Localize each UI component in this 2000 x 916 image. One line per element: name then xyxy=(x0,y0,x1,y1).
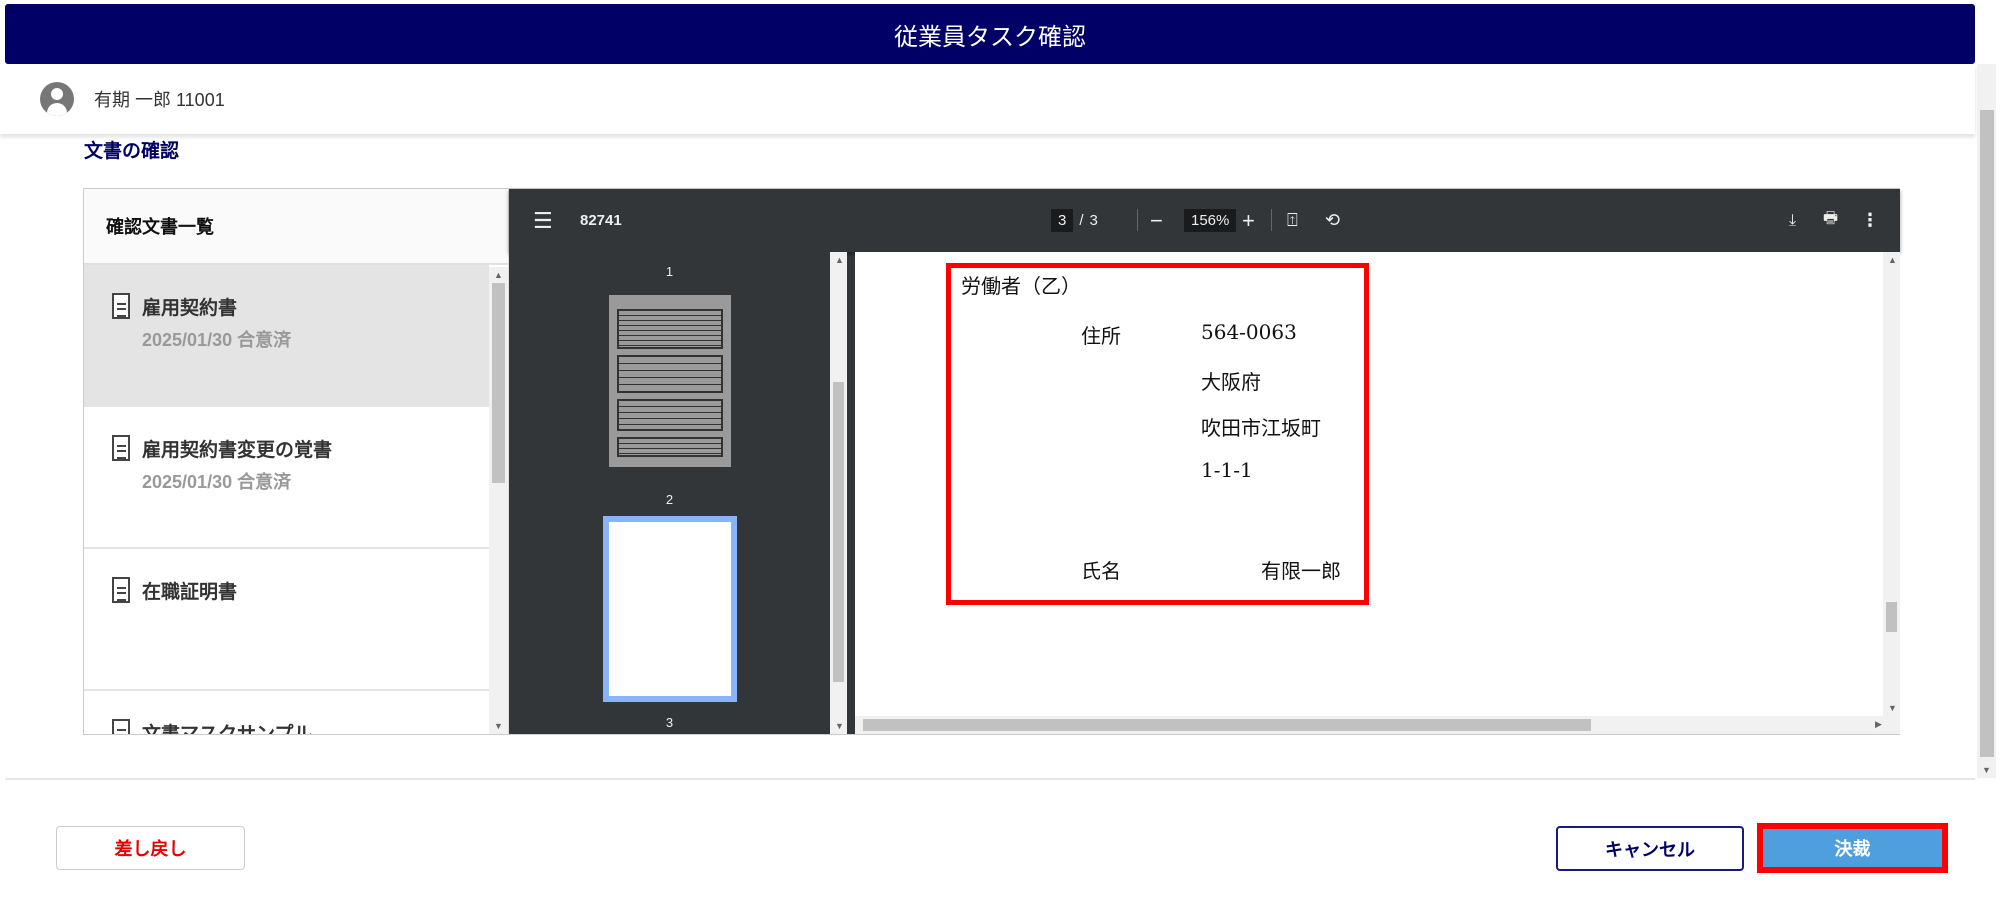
document-title: 雇用契約書 xyxy=(142,298,238,319)
user-bar: 有期 一郎 11001 xyxy=(0,64,1975,134)
total-pages: 3 xyxy=(1089,212,1098,229)
app-header: 従業員タスク確認 xyxy=(5,4,1975,64)
more-options-icon[interactable]: ⋮ xyxy=(1861,189,1879,252)
document-list-item[interactable]: 在職証明書 xyxy=(84,549,489,691)
document-icon xyxy=(112,577,130,603)
download-icon[interactable]: ⤓ xyxy=(1789,189,1796,252)
rotate-icon[interactable]: ⟲ xyxy=(1325,189,1340,252)
highlight-box xyxy=(946,263,1369,605)
document-icon xyxy=(112,719,130,734)
page-thumbnail-2[interactable] xyxy=(609,295,731,467)
pdf-toolbar: ☰ 82741 3 / 3 − 156% + ⍐ ⟲ ⤓ 🖶 ⋮ xyxy=(509,189,1900,252)
user-name: 有期 一郎 11001 xyxy=(94,90,225,110)
menu-icon[interactable]: ☰ xyxy=(533,189,553,252)
document-status: 2025/01/30 合意済 xyxy=(142,472,292,492)
page-number-input[interactable]: 3 xyxy=(1051,209,1074,232)
cancel-button[interactable]: キャンセル xyxy=(1556,826,1744,871)
page-title: 従業員タスク確認 xyxy=(894,23,1086,51)
document-list-item[interactable]: 雇用契約書 2025/01/30 合意済 xyxy=(84,265,489,407)
document-icon xyxy=(112,435,130,461)
document-status: 2025/01/30 合意済 xyxy=(142,330,292,350)
return-button[interactable]: 差し戻し xyxy=(56,826,245,870)
zoom-in-icon[interactable]: + xyxy=(1242,189,1255,252)
thumbnail-label: 3 xyxy=(665,715,674,730)
thumbnail-sidebar: 1 2 3 xyxy=(509,252,830,734)
document-title: 在職証明書 xyxy=(142,582,238,603)
print-icon[interactable]: 🖶 xyxy=(1823,189,1838,252)
approve-button[interactable]: 決裁 xyxy=(1757,823,1948,873)
page-scrollbar[interactable]: ▼ xyxy=(1977,64,1996,778)
document-list-title: 確認文書一覧 xyxy=(84,189,508,265)
fit-page-icon[interactable]: ⍐ xyxy=(1287,189,1298,252)
document-title: 文書マスクサンプル xyxy=(142,719,312,734)
thumbnail-scrollbar[interactable]: ▲ ▼ xyxy=(830,252,847,734)
page-separator: / xyxy=(1079,212,1084,229)
file-name: 82741 xyxy=(580,212,622,229)
document-list-item[interactable]: 雇用契約書変更の覚書 2025/01/30 合意済 xyxy=(84,407,489,549)
zoom-level-input[interactable]: 156% xyxy=(1184,209,1237,232)
divider xyxy=(5,778,1975,780)
thumbnail-label: 2 xyxy=(665,492,674,507)
page-vertical-scrollbar[interactable]: ▲ ▼ xyxy=(1883,252,1900,716)
thumbnail-label: 1 xyxy=(665,264,674,279)
section-title: 文書の確認 xyxy=(84,141,180,162)
document-list: 確認文書一覧 雇用契約書 2025/01/30 合意済 雇用契約書変更の覚書 2… xyxy=(84,189,509,734)
document-icon xyxy=(112,293,130,319)
document-title: 雇用契約書変更の覚書 xyxy=(142,440,333,461)
avatar-icon xyxy=(40,82,74,116)
zoom-out-icon[interactable]: − xyxy=(1150,189,1163,252)
document-list-item[interactable]: 文書マスクサンプル xyxy=(84,691,489,734)
list-scrollbar[interactable]: ▲ ▼ xyxy=(489,267,508,734)
page-thumbnail-3[interactable] xyxy=(603,516,737,702)
page-horizontal-scrollbar[interactable]: ▶ xyxy=(855,716,1900,734)
